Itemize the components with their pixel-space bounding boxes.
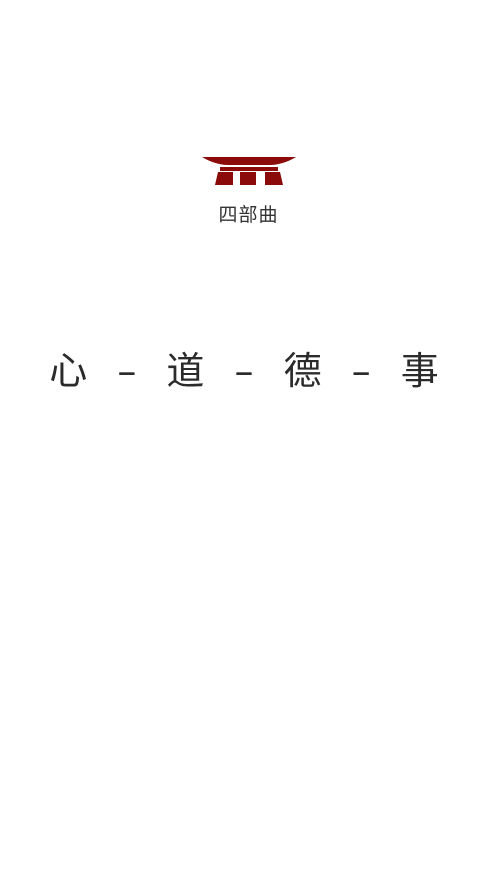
torii-gate-icon xyxy=(202,157,296,185)
splash-screen: 四部曲 心 – 道 – 德 – 事 xyxy=(0,0,497,885)
app-name: 四部曲 xyxy=(218,204,279,226)
slogan: 心 – 道 – 德 – 事 xyxy=(49,349,448,393)
